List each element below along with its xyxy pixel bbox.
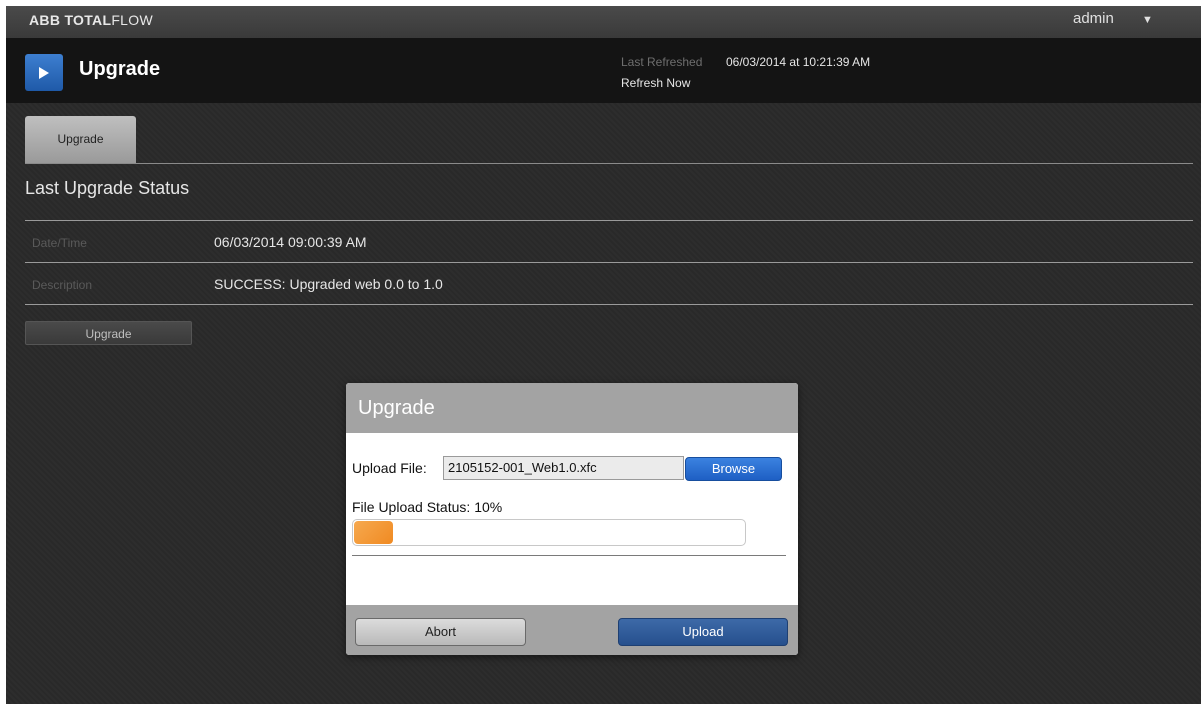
datetime-value: 06/03/2014 09:00:39 AM [214,234,367,250]
description-value: SUCCESS: Upgraded web 0.0 to 1.0 [214,276,443,292]
divider [25,262,1193,263]
divider [25,220,1193,221]
tab-divider [25,163,1193,164]
divider [25,304,1193,305]
dialog-body: Upload File: 2105152-001_Web1.0.xfc Brow… [346,433,798,605]
section-title: Last Upgrade Status [25,178,190,198]
browse-button[interactable]: Browse [685,457,782,481]
upload-progress-bar [352,519,746,546]
page-title: Upgrade [79,58,161,80]
upgrade-dialog: Upgrade Upload File: 2105152-001_Web1.0.… [346,383,798,655]
dialog-footer: Abort Upload [346,605,798,655]
file-path-field[interactable]: 2105152-001_Web1.0.xfc [443,456,684,480]
last-refreshed-label: Last Refreshed [621,55,703,69]
brand-flow: FLOW [111,12,153,28]
abort-button[interactable]: Abort [355,618,526,646]
user-menu[interactable]: admin [1073,10,1114,27]
upload-button[interactable]: Upload [618,618,788,646]
dialog-header: Upgrade [346,383,798,433]
datetime-label: Date/Time [32,236,87,250]
brand-bar: ABB TOTALFLOW admin ▼ [6,6,1201,38]
last-refreshed-value: 06/03/2014 at 10:21:39 AM [726,55,871,69]
brand-total: TOTAL [64,12,112,28]
upgrade-button[interactable]: Upgrade [25,321,192,345]
upload-file-label: Upload File: [352,460,427,476]
play-icon[interactable] [25,54,63,91]
page-header: Upgrade Last Refreshed 06/03/2014 at 10:… [6,38,1201,103]
refresh-now-link[interactable]: Refresh Now [621,76,690,90]
caret-down-icon[interactable]: ▼ [1142,14,1153,26]
tab-upgrade[interactable]: Upgrade [25,116,136,163]
app-window: ABB TOTALFLOW admin ▼ Upgrade Last Refre… [6,6,1201,704]
dialog-title: Upgrade [358,397,435,419]
brand-logo: ABB TOTALFLOW [29,12,153,28]
upload-status-label: File Upload Status: 10% [352,499,502,515]
brand-abb: ABB [29,12,61,28]
upload-status-text: File Upload Status: [352,499,471,515]
dialog-divider [352,555,786,556]
upload-status-percent: 10% [474,499,503,515]
upload-progress-fill [354,521,393,544]
description-label: Description [32,278,93,292]
